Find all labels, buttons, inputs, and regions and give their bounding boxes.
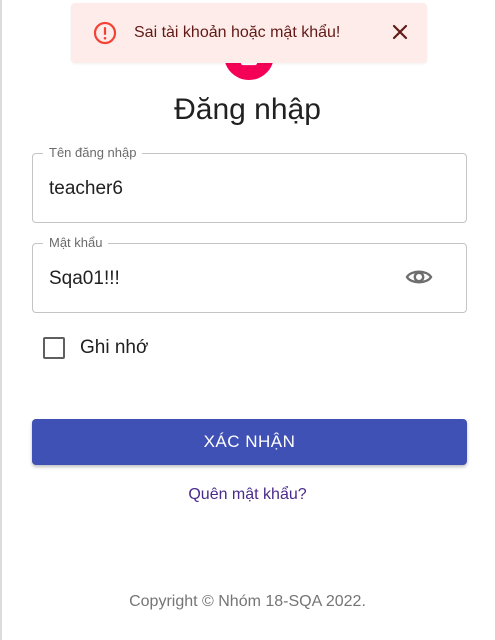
password-input[interactable]: Sqa01!!!: [49, 267, 120, 291]
password-field[interactable]: Mật khẩu Sqa01!!!: [32, 235, 467, 313]
password-label: Mật khẩu: [43, 235, 109, 251]
toggle-password-button[interactable]: [404, 264, 434, 294]
eye-icon: [405, 267, 433, 292]
remember-me[interactable]: Ghi nhớ: [43, 337, 148, 359]
username-label: Tên đăng nhập: [43, 145, 143, 161]
submit-button[interactable]: XÁC NHẬN: [32, 419, 467, 465]
page-title: Đăng nhập: [174, 93, 321, 126]
alert-message: Sai tài khoản hoặc mật khẩu!: [134, 24, 341, 41]
close-alert-button[interactable]: [389, 23, 411, 45]
remember-label: Ghi nhớ: [80, 337, 149, 358]
forgot-password-link[interactable]: Quên mật khẩu?: [0, 486, 495, 504]
error-outline-icon: [93, 21, 117, 45]
username-field[interactable]: Tên đăng nhập teacher6: [32, 145, 467, 223]
error-alert: Sai tài khoản hoặc mật khẩu!: [71, 3, 427, 63]
copyright-text: Copyright © Nhóm 18-SQA 2022.: [129, 593, 366, 610]
close-icon: [392, 24, 408, 45]
remember-checkbox[interactable]: [43, 337, 65, 359]
username-input[interactable]: teacher6: [49, 177, 123, 201]
